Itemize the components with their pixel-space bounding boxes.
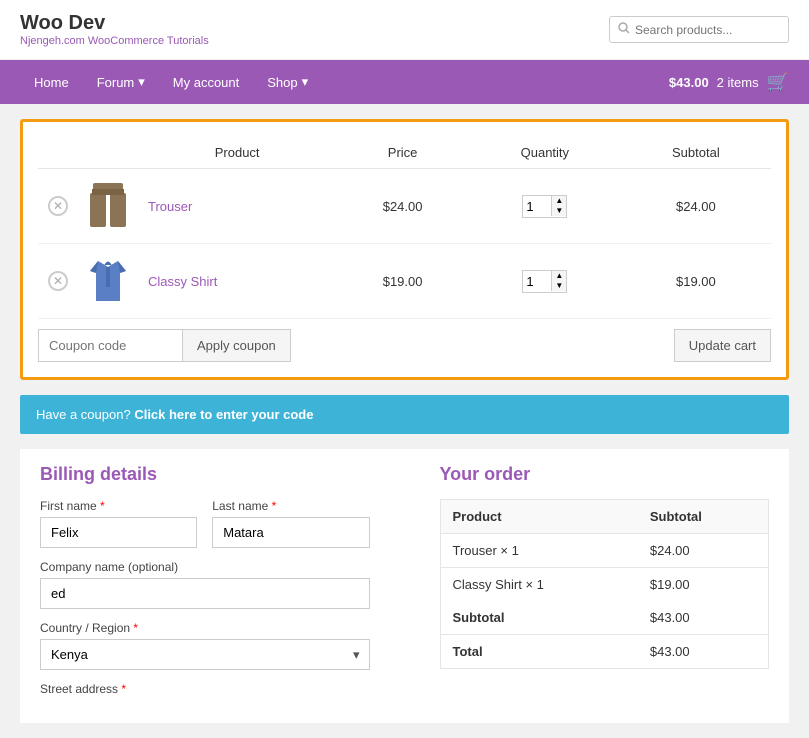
apply-coupon-button[interactable]: Apply coupon — [183, 329, 291, 362]
nav-item-home[interactable]: Home — [20, 61, 83, 104]
cart-amount: $43.00 — [669, 75, 709, 90]
cart-icon: 🛒 — [767, 72, 789, 93]
product-price: $24.00 — [336, 169, 469, 244]
coupon-notice-text: Have a coupon? — [36, 407, 131, 422]
total-value: $43.00 — [638, 635, 769, 669]
product-quantity: ▲ ▼ — [469, 169, 621, 244]
site-nav: Home Forum ▾ My account Shop ▾ $43.00 2 … — [0, 60, 809, 104]
quantity-input[interactable] — [523, 271, 551, 292]
order-col-product: Product — [440, 500, 638, 534]
country-select-wrap: Kenya Uganda Tanzania United States — [40, 639, 370, 670]
cart-row: ✕ Classy Shirt $19.00 ▲ ▼ — [38, 244, 771, 319]
product-link[interactable]: Classy Shirt — [148, 274, 217, 289]
street-label: Street address * — [40, 682, 370, 696]
first-name-input[interactable] — [40, 517, 197, 548]
chevron-down-icon: ▾ — [302, 74, 309, 90]
order-item-name: Trouser × 1 — [440, 534, 638, 568]
product-subtotal: $24.00 — [621, 169, 771, 244]
product-image — [88, 181, 128, 231]
qty-down-button[interactable]: ▼ — [552, 281, 566, 291]
search-input[interactable] — [635, 23, 780, 37]
company-row: Company name (optional) — [40, 560, 370, 609]
cart-container: Product Price Quantity Subtotal ✕ Trouse… — [20, 119, 789, 380]
order-title: Your order — [440, 464, 770, 485]
first-name-field: First name * — [40, 499, 197, 548]
subtotal-label: Subtotal — [440, 601, 638, 635]
last-name-field: Last name * — [212, 499, 369, 548]
qty-up-button[interactable]: ▲ — [552, 271, 566, 281]
order-col-subtotal: Subtotal — [638, 500, 769, 534]
col-subtotal: Subtotal — [621, 137, 771, 169]
nav-left: Home Forum ▾ My account Shop ▾ — [20, 60, 322, 104]
company-label: Company name (optional) — [40, 560, 370, 574]
name-row: First name * Last name * — [40, 499, 370, 548]
order-row: Trouser × 1 $24.00 — [440, 534, 769, 568]
search-icon — [618, 22, 630, 37]
site-subtitle: Njengeh.com WooCommerce Tutorials — [20, 35, 209, 47]
country-select[interactable]: Kenya Uganda Tanzania United States — [40, 639, 370, 670]
required-star: * — [100, 499, 105, 513]
order-subtotal-row: Subtotal $43.00 — [440, 601, 769, 635]
nav-item-myaccount[interactable]: My account — [159, 61, 253, 104]
cart-table: Product Price Quantity Subtotal ✕ Trouse… — [38, 137, 771, 319]
site-branding: Woo Dev Njengeh.com WooCommerce Tutorial… — [20, 12, 209, 47]
billing-section: Billing details First name * Last name * — [20, 449, 390, 723]
cart-row: ✕ Trouser $24.00 ▲ ▼ $24.00 — [38, 169, 771, 244]
country-label: Country / Region * — [40, 621, 370, 635]
required-star: * — [133, 621, 138, 635]
remove-item-button[interactable]: ✕ — [48, 196, 68, 216]
order-section: Your order Product Subtotal Trouser × 1 … — [420, 449, 790, 723]
search-bar — [609, 16, 789, 43]
col-quantity: Quantity — [469, 137, 621, 169]
billing-title: Billing details — [40, 464, 370, 485]
coupon-row: Apply coupon Update cart — [38, 329, 771, 362]
required-star: * — [272, 499, 277, 513]
order-table: Product Subtotal Trouser × 1 $24.00 Clas… — [440, 499, 770, 669]
col-price: Price — [336, 137, 469, 169]
product-price: $19.00 — [336, 244, 469, 319]
last-name-input[interactable] — [212, 517, 369, 548]
product-image — [88, 256, 128, 306]
qty-up-button[interactable]: ▲ — [552, 196, 566, 206]
order-row: Classy Shirt × 1 $19.00 — [440, 568, 769, 602]
order-total-row: Total $43.00 — [440, 635, 769, 669]
first-name-label: First name * — [40, 499, 197, 513]
street-row: Street address * — [40, 682, 370, 696]
order-item-name: Classy Shirt × 1 — [440, 568, 638, 602]
nav-item-forum[interactable]: Forum ▾ — [83, 60, 159, 104]
coupon-notice-link[interactable]: Click here to enter your code — [134, 407, 313, 422]
quantity-input[interactable] — [523, 196, 551, 217]
cart-info[interactable]: $43.00 2 items 🛒 — [669, 72, 789, 93]
total-label: Total — [440, 635, 638, 669]
update-cart-button[interactable]: Update cart — [674, 329, 771, 362]
col-remove — [38, 137, 78, 169]
cart-count: 2 items — [717, 75, 759, 90]
company-input[interactable] — [40, 578, 370, 609]
col-image — [78, 137, 138, 169]
coupon-left: Apply coupon — [38, 329, 291, 362]
product-quantity: ▲ ▼ — [469, 244, 621, 319]
nav-item-shop[interactable]: Shop ▾ — [253, 60, 322, 104]
site-title: Woo Dev — [20, 12, 209, 35]
remove-item-button[interactable]: ✕ — [48, 271, 68, 291]
order-item-subtotal: $19.00 — [638, 568, 769, 602]
coupon-notice: Have a coupon? Click here to enter your … — [20, 395, 789, 434]
subtitle-link[interactable]: Njengeh.com WooCommerce Tutorials — [20, 35, 209, 47]
required-star: * — [121, 682, 126, 696]
subtotal-value: $43.00 — [638, 601, 769, 635]
order-item-subtotal: $24.00 — [638, 534, 769, 568]
qty-down-button[interactable]: ▼ — [552, 206, 566, 216]
site-header: Woo Dev Njengeh.com WooCommerce Tutorial… — [0, 0, 809, 60]
product-subtotal: $19.00 — [621, 244, 771, 319]
chevron-down-icon: ▾ — [138, 74, 145, 90]
last-name-label: Last name * — [212, 499, 369, 513]
col-product: Product — [138, 137, 336, 169]
coupon-input[interactable] — [38, 329, 183, 362]
product-link[interactable]: Trouser — [148, 199, 192, 214]
checkout-grid: Billing details First name * Last name * — [20, 449, 789, 723]
country-row: Country / Region * Kenya Uganda Tanzania… — [40, 621, 370, 670]
